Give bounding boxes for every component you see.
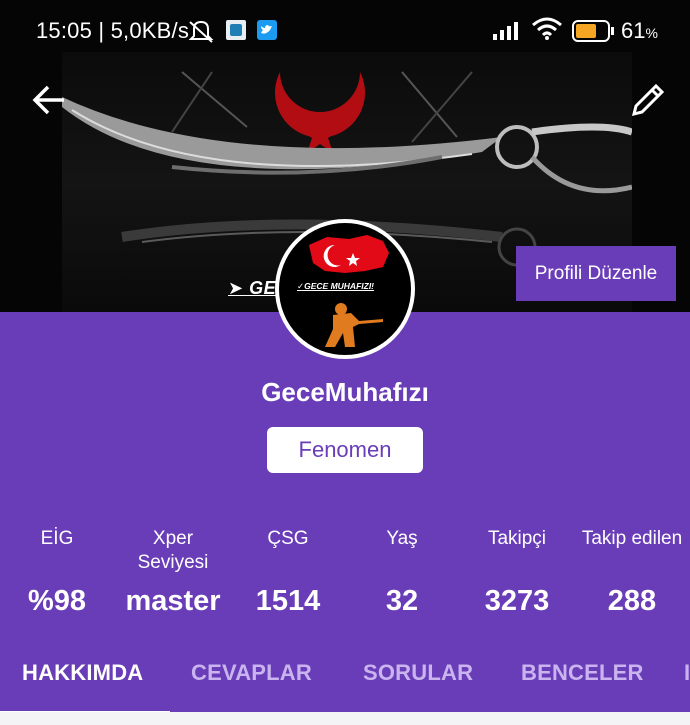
stat-value: 288 <box>607 585 657 617</box>
status-time: 15:05 | 5,0KB/s <box>36 18 190 43</box>
app-notification-icon <box>226 20 246 40</box>
tab-more[interactable]: I <box>684 660 690 686</box>
stat-label: Takipçi <box>487 528 547 549</box>
stat-label: Xper Seviyesi <box>137 528 209 573</box>
stat-label: ÇSG <box>267 528 309 549</box>
battery-icon <box>572 20 616 48</box>
avatar[interactable]: ✓GECE MUHAFIZI! <box>275 219 415 359</box>
tab-questions[interactable]: SORULAR <box>363 660 473 686</box>
tab-about[interactable]: HAKKIMDA <box>22 660 143 686</box>
stat-value: %98 <box>27 585 87 617</box>
stat-value: 3273 <box>484 585 550 617</box>
stat-label: Yaş <box>386 528 418 549</box>
stats-row: EİG %98 Xper Seviyesi master ÇSG 1514 Ya… <box>0 527 690 627</box>
stat-following[interactable]: Takip edilen 288 <box>576 527 688 617</box>
stat-label: Takip edilen <box>581 528 683 549</box>
stat-eig: EİG %98 <box>2 527 112 617</box>
stat-value: 32 <box>385 585 419 617</box>
status-bar: 15:05 | 5,0KB/s 61% <box>0 0 690 60</box>
tab-answers[interactable]: CEVAPLAR <box>191 660 312 686</box>
tab-bences[interactable]: BENCELER <box>521 660 644 686</box>
edit-profile-button[interactable]: Profili Düzenle <box>516 246 676 301</box>
pencil-icon[interactable] <box>628 80 668 120</box>
stat-followers[interactable]: Takipçi 3273 <box>460 527 574 617</box>
content-area <box>0 712 690 725</box>
battery-percentage: 61% <box>621 18 658 43</box>
stat-age: Yaş 32 <box>346 527 458 617</box>
twitter-icon <box>257 20 277 40</box>
stat-xper-level: Xper Seviyesi master <box>113 527 233 617</box>
signal-icon <box>493 20 523 46</box>
stat-value: 1514 <box>255 585 321 617</box>
rank-badge[interactable]: Fenomen <box>267 427 423 473</box>
stat-value: master <box>125 585 221 617</box>
stat-csg: ÇSG 1514 <box>232 527 344 617</box>
avatar-caption: ✓GECE MUHAFIZI! <box>297 281 375 291</box>
stat-label: EİG <box>40 528 74 549</box>
username: GeceMuhafızı <box>261 377 429 407</box>
wifi-icon <box>531 17 563 47</box>
back-arrow-icon[interactable] <box>30 80 70 120</box>
notifications-muted-icon <box>186 18 216 50</box>
